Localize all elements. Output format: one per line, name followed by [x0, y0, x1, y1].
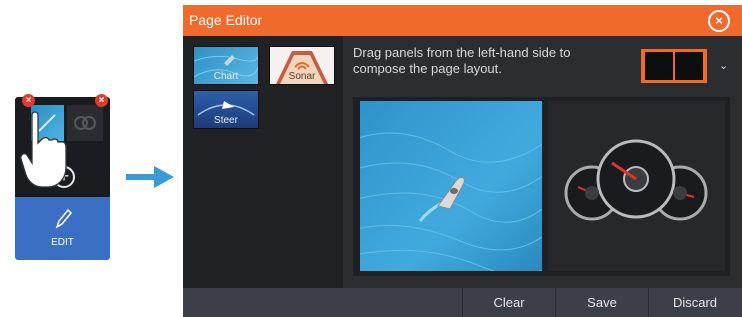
panel-sonar-label: Sonar — [288, 71, 316, 82]
panel-list: Chart Sonar Steer — [183, 36, 343, 288]
panel-chart[interactable]: Chart — [193, 46, 259, 85]
arrow-right-icon — [126, 166, 174, 188]
page-editor-dialog: Page Editor × Chart Sonar Steer Drag pan… — [183, 5, 742, 317]
panel-steer[interactable]: Steer — [193, 90, 259, 129]
boat-icon — [437, 176, 465, 210]
layout-cell-left — [645, 52, 673, 80]
layout-cell-right — [675, 52, 703, 80]
dialog-title: Page Editor — [189, 12, 263, 28]
gauge-icon — [564, 139, 708, 221]
panel-steer-label: Steer — [214, 115, 238, 126]
preview-chart-panel[interactable] — [360, 101, 542, 271]
layout-selector[interactable] — [641, 49, 707, 83]
hand-pointer-icon — [20, 111, 67, 188]
edit-button[interactable]: EDIT — [15, 197, 110, 260]
chart-contours — [360, 132, 542, 271]
remove-chart-close-icon[interactable]: × — [22, 94, 35, 107]
page-tile-sonar-thumb — [67, 105, 103, 141]
sonar-icon — [74, 116, 96, 130]
clear-button[interactable]: Clear — [462, 288, 555, 317]
edit-label: EDIT — [51, 237, 74, 248]
discard-button[interactable]: Discard — [648, 288, 741, 317]
title-bar: Page Editor × — [183, 5, 742, 36]
button-bar: Clear Save Discard — [183, 288, 742, 317]
pencil-icon — [55, 208, 73, 229]
preview-gauge-panel[interactable] — [548, 101, 725, 271]
save-button[interactable]: Save — [555, 288, 648, 317]
chevron-down-icon[interactable]: ⌄ — [719, 59, 728, 72]
remove-sonar-close-icon[interactable]: × — [95, 94, 108, 107]
page-preview — [353, 97, 730, 276]
panel-sonar[interactable]: Sonar — [269, 46, 335, 85]
instructions-text: Drag panels from the left-hand side to c… — [353, 45, 571, 76]
panel-chart-label: Chart — [213, 71, 239, 82]
close-icon[interactable]: × — [708, 10, 730, 32]
page-tile[interactable]: × × + EDIT — [15, 94, 110, 260]
